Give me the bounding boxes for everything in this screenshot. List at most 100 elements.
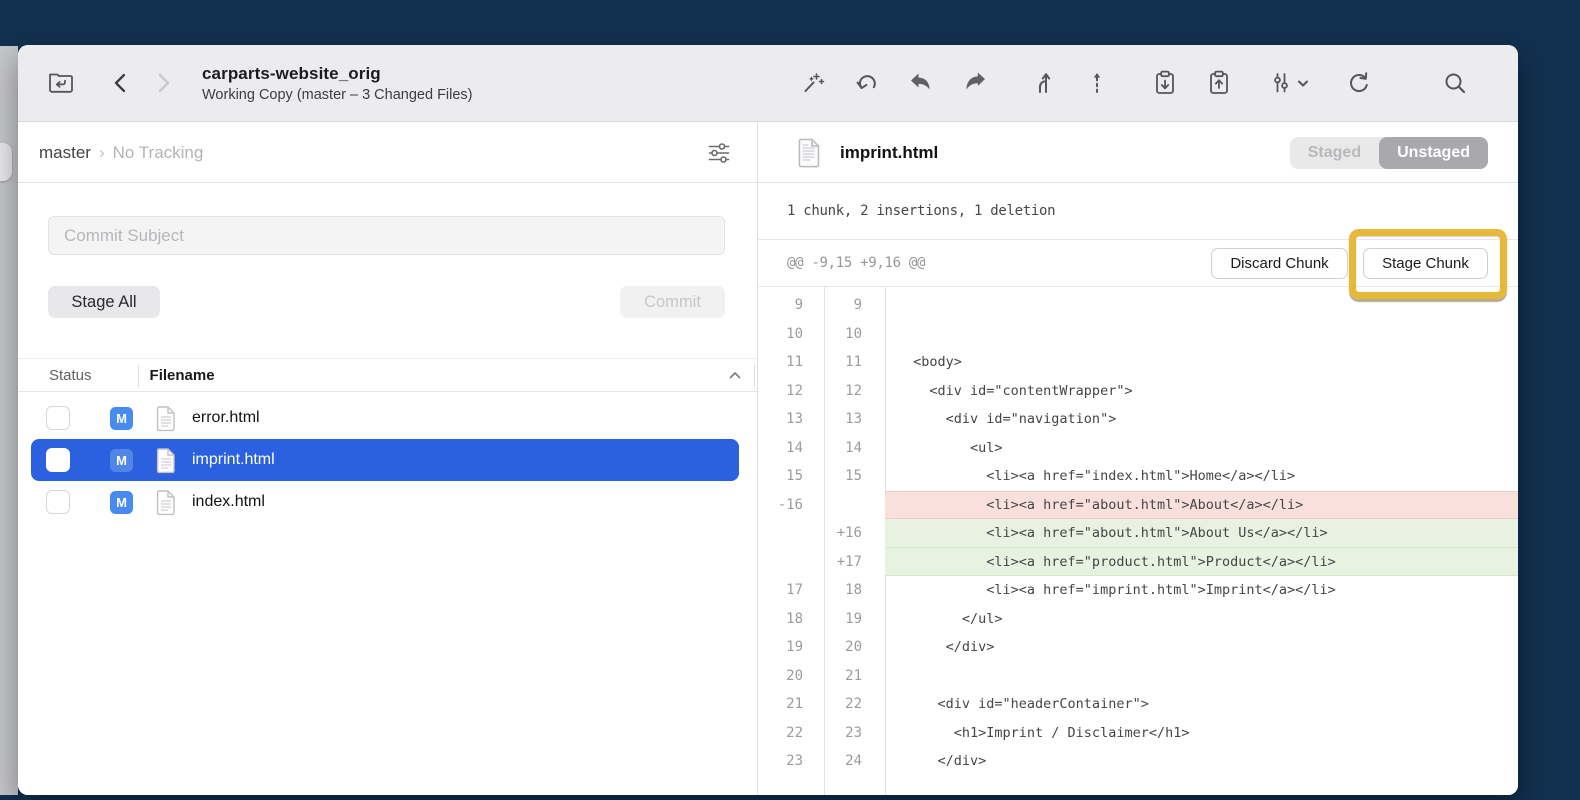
filename-column-header[interactable]: Filename [150, 367, 215, 384]
diff-line[interactable]: 18 19 </ul> [758, 605, 1518, 634]
git-flow-button[interactable] [1268, 70, 1310, 96]
code-text: <li><a href="imprint.html">Imprint</a></… [885, 576, 1518, 605]
diff-line[interactable]: 22 23 <h1>Imprint / Disclaimer</h1> [758, 719, 1518, 748]
diff-line[interactable]: -16 <li><a href="about.html">About</a></… [758, 491, 1518, 520]
modified-status-badge: M [110, 491, 133, 514]
old-line-number: -16 [758, 491, 824, 520]
code-text: </ul> [885, 605, 1518, 634]
diff-summary: 1 chunk, 2 insertions, 1 deletion [787, 203, 1055, 219]
new-line-number: 19 [824, 605, 885, 634]
diff-summary-row: 1 chunk, 2 insertions, 1 deletion [758, 183, 1518, 239]
new-line-number: 10 [824, 320, 885, 349]
new-line-number: 14 [824, 434, 885, 463]
diff-line[interactable]: 23 24 </div> [758, 747, 1518, 776]
document-icon [155, 447, 177, 474]
stage-file-checkbox[interactable] [46, 406, 70, 430]
diff-line[interactable]: 19 20 </div> [758, 633, 1518, 662]
changed-file-list: M error.html M [18, 397, 757, 523]
background-window-edge [0, 46, 18, 795]
code-text: </div> [885, 747, 1518, 776]
quick-actions-wand-icon[interactable] [794, 68, 832, 98]
refresh-icon[interactable] [1340, 68, 1378, 98]
revert-arrow-icon[interactable] [848, 68, 886, 98]
old-line-number: 12 [758, 377, 824, 406]
document-icon [155, 489, 177, 516]
diff-line[interactable]: 9 9 [758, 291, 1518, 320]
new-line-number: 21 [824, 662, 885, 691]
apply-stash-icon[interactable] [956, 68, 994, 98]
code-text: <li><a href="product.html">Product</a></… [885, 548, 1518, 577]
push-icon[interactable] [1200, 68, 1238, 98]
diff-line[interactable]: 15 15 <li><a href="index.html">Home</a><… [758, 462, 1518, 491]
new-line-number: 18 [824, 576, 885, 605]
code-text: <li><a href="index.html">Home</a></li> [885, 462, 1518, 491]
pull-icon[interactable] [1146, 68, 1184, 98]
diff-line[interactable]: 11 11 <body> [758, 348, 1518, 377]
stage-file-checkbox[interactable] [46, 490, 70, 514]
code-text: <li><a href="about.html">About Us</a></l… [885, 519, 1518, 548]
discard-chunk-button[interactable]: Discard Chunk [1211, 248, 1348, 279]
new-line-number: 22 [824, 690, 885, 719]
merge-icon[interactable] [1024, 68, 1062, 98]
forward-chevron-icon[interactable] [146, 68, 180, 98]
diff-line[interactable]: +16 <li><a href="about.html">About Us</a… [758, 519, 1518, 548]
new-line-number: 13 [824, 405, 885, 434]
back-chevron-icon[interactable] [104, 68, 138, 98]
staged-segment[interactable]: Staged [1290, 137, 1379, 169]
file-row[interactable]: M index.html [31, 481, 739, 523]
old-line-number: 22 [758, 719, 824, 748]
code-text: <body> [885, 348, 1518, 377]
diff-line[interactable]: 20 21 [758, 662, 1518, 691]
unstaged-segment[interactable]: Unstaged [1379, 137, 1488, 169]
modified-status-badge: M [110, 449, 133, 472]
stage-all-button[interactable]: Stage All [48, 286, 160, 318]
document-icon [155, 405, 177, 432]
new-line-number: 20 [824, 633, 885, 662]
stage-file-checkbox[interactable] [46, 448, 70, 472]
staged-unstaged-segmented-control: Staged Unstaged [1290, 137, 1488, 169]
new-line-number: 23 [824, 719, 885, 748]
filter-sliders-icon[interactable] [705, 139, 733, 167]
old-line-number: 17 [758, 576, 824, 605]
diff-file-name: imprint.html [840, 143, 938, 163]
new-line-number: +17 [824, 548, 885, 577]
background-window-tab [0, 143, 12, 181]
repo-icon[interactable] [44, 68, 78, 98]
diff-line[interactable]: +17 <li><a href="product.html">Product</… [758, 548, 1518, 577]
stage-chunk-button[interactable]: Stage Chunk [1363, 248, 1488, 279]
code-text: <div id="contentWrapper"> [885, 377, 1518, 406]
code-text: </div> [885, 633, 1518, 662]
breadcrumb-tracking[interactable]: No Tracking [113, 143, 204, 163]
file-name: error.html [192, 409, 260, 427]
breadcrumb-branch[interactable]: master [39, 143, 91, 163]
diff-line[interactable]: 14 14 <ul> [758, 434, 1518, 463]
old-line-number: 19 [758, 633, 824, 662]
code-text: <h1>Imprint / Disclaimer</h1> [885, 719, 1518, 748]
file-list-header: Status Filename [18, 358, 757, 392]
column-divider [754, 365, 755, 387]
commit-button[interactable]: Commit [620, 286, 725, 318]
diff-line[interactable]: 21 22 <div id="headerContainer"> [758, 690, 1518, 719]
document-icon [796, 137, 822, 169]
code-text: <div id="headerContainer"> [885, 690, 1518, 719]
working-copy-panel: master › No Tracking Commit Subject Stag… [18, 123, 757, 795]
desktop-backdrop: carparts-website_orig Working Copy (mast… [0, 0, 1580, 800]
search-icon[interactable] [1436, 68, 1474, 98]
sort-ascending-chevron-icon[interactable] [727, 368, 743, 382]
file-row[interactable]: M imprint.html [31, 439, 739, 481]
diff-line[interactable]: 12 12 <div id="contentWrapper"> [758, 377, 1518, 406]
old-line-number: 14 [758, 434, 824, 463]
file-row[interactable]: M error.html [31, 397, 739, 439]
status-column-header[interactable]: Status [49, 367, 92, 384]
diff-line[interactable]: 17 18 <li><a href="imprint.html">Imprint… [758, 576, 1518, 605]
rebase-icon[interactable] [1078, 68, 1116, 98]
chunk-range-header: @@ -9,15 +9,16 @@ [787, 255, 925, 271]
toolbar-actions [794, 68, 1474, 98]
diff-line[interactable]: 10 10 [758, 320, 1518, 349]
git-flow-icon [1268, 70, 1294, 96]
stash-icon[interactable] [902, 68, 940, 98]
commit-subject-input[interactable]: Commit Subject [48, 216, 725, 255]
old-line-number: 21 [758, 690, 824, 719]
diff-line[interactable]: 13 13 <div id="navigation"> [758, 405, 1518, 434]
commit-subject-placeholder: Commit Subject [64, 226, 184, 246]
